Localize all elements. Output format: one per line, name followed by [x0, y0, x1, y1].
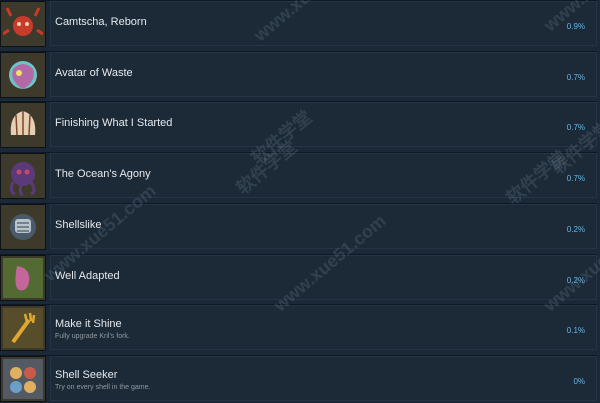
achievement-row[interactable]: Well Adapted 0.2%: [0, 253, 597, 301]
achievement-panel: Make it Shine Fully upgrade Kril's fork. 0…: [50, 305, 597, 351]
unlock-percentage: 0%: [573, 376, 585, 386]
achievement-name: Shellslike: [55, 218, 102, 231]
achievement-row[interactable]: Make it Shine Fully upgrade Kril's fork. 0…: [0, 304, 597, 352]
shell-icon: [0, 102, 46, 149]
shell-collection-icon: [0, 355, 46, 402]
unlock-percentage: 0.2%: [566, 275, 585, 285]
tentacle-monster-icon: [0, 153, 46, 200]
achievement-panel: Finishing What I Started 0.7%: [50, 102, 597, 148]
achievement-name: Shell Seeker: [55, 368, 118, 381]
achievement-name: Camtscha, Reborn: [55, 16, 147, 28]
pink-shell-icon: [0, 254, 46, 301]
achievement-panel: Avatar of Waste 0.7%: [50, 51, 597, 97]
unlock-percentage: 0.1%: [566, 326, 585, 336]
achievement-row[interactable]: Shell Seeker Try on every shell in the ga…: [0, 354, 597, 402]
achievement-name: Make it Shine: [55, 318, 122, 331]
achievement-name: Avatar of Waste: [55, 66, 133, 79]
unlock-percentage: 0.2%: [566, 224, 585, 234]
achievement-row[interactable]: Avatar of Waste 0.7%: [0, 50, 597, 98]
achievement-description: Try on every shell in the game.: [55, 383, 151, 391]
crab-icon: [0, 1, 46, 47]
achievement-row[interactable]: The Ocean's Agony 0.7%: [0, 152, 597, 200]
achievement-row[interactable]: Camtscha, Reborn 0.9%: [0, 0, 597, 47]
waste-creature-icon: [0, 51, 46, 98]
unlock-percentage: 0.7%: [566, 174, 585, 184]
achievement-panel: Shellslike 0.2%: [50, 203, 597, 249]
achievement-row[interactable]: Finishing What I Started 0.7%: [0, 101, 597, 149]
unlock-percentage: 0.9%: [566, 22, 585, 31]
achievement-name: The Ocean's Agony: [55, 168, 151, 181]
unlock-percentage: 0.7%: [566, 72, 585, 82]
achievement-panel: The Ocean's Agony 0.7%: [50, 153, 597, 199]
achievement-description: Fully upgrade Kril's fork.: [55, 333, 130, 341]
golden-fork-icon: [0, 305, 46, 352]
armored-crab-icon: [0, 203, 46, 250]
achievement-panel: Camtscha, Reborn 0.9%: [50, 1, 597, 46]
achievement-list: Camtscha, Reborn 0.9% Avatar of Waste 0.7% F…: [0, 0, 600, 403]
achievement-name: Finishing What I Started: [55, 117, 173, 130]
achievement-row[interactable]: Shellslike 0.2%: [0, 202, 597, 250]
achievement-panel: Shell Seeker Try on every shell in the ga…: [50, 355, 597, 401]
achievement-name: Well Adapted: [55, 269, 120, 282]
unlock-percentage: 0.7%: [566, 123, 585, 133]
achievement-panel: Well Adapted 0.2%: [50, 254, 597, 300]
